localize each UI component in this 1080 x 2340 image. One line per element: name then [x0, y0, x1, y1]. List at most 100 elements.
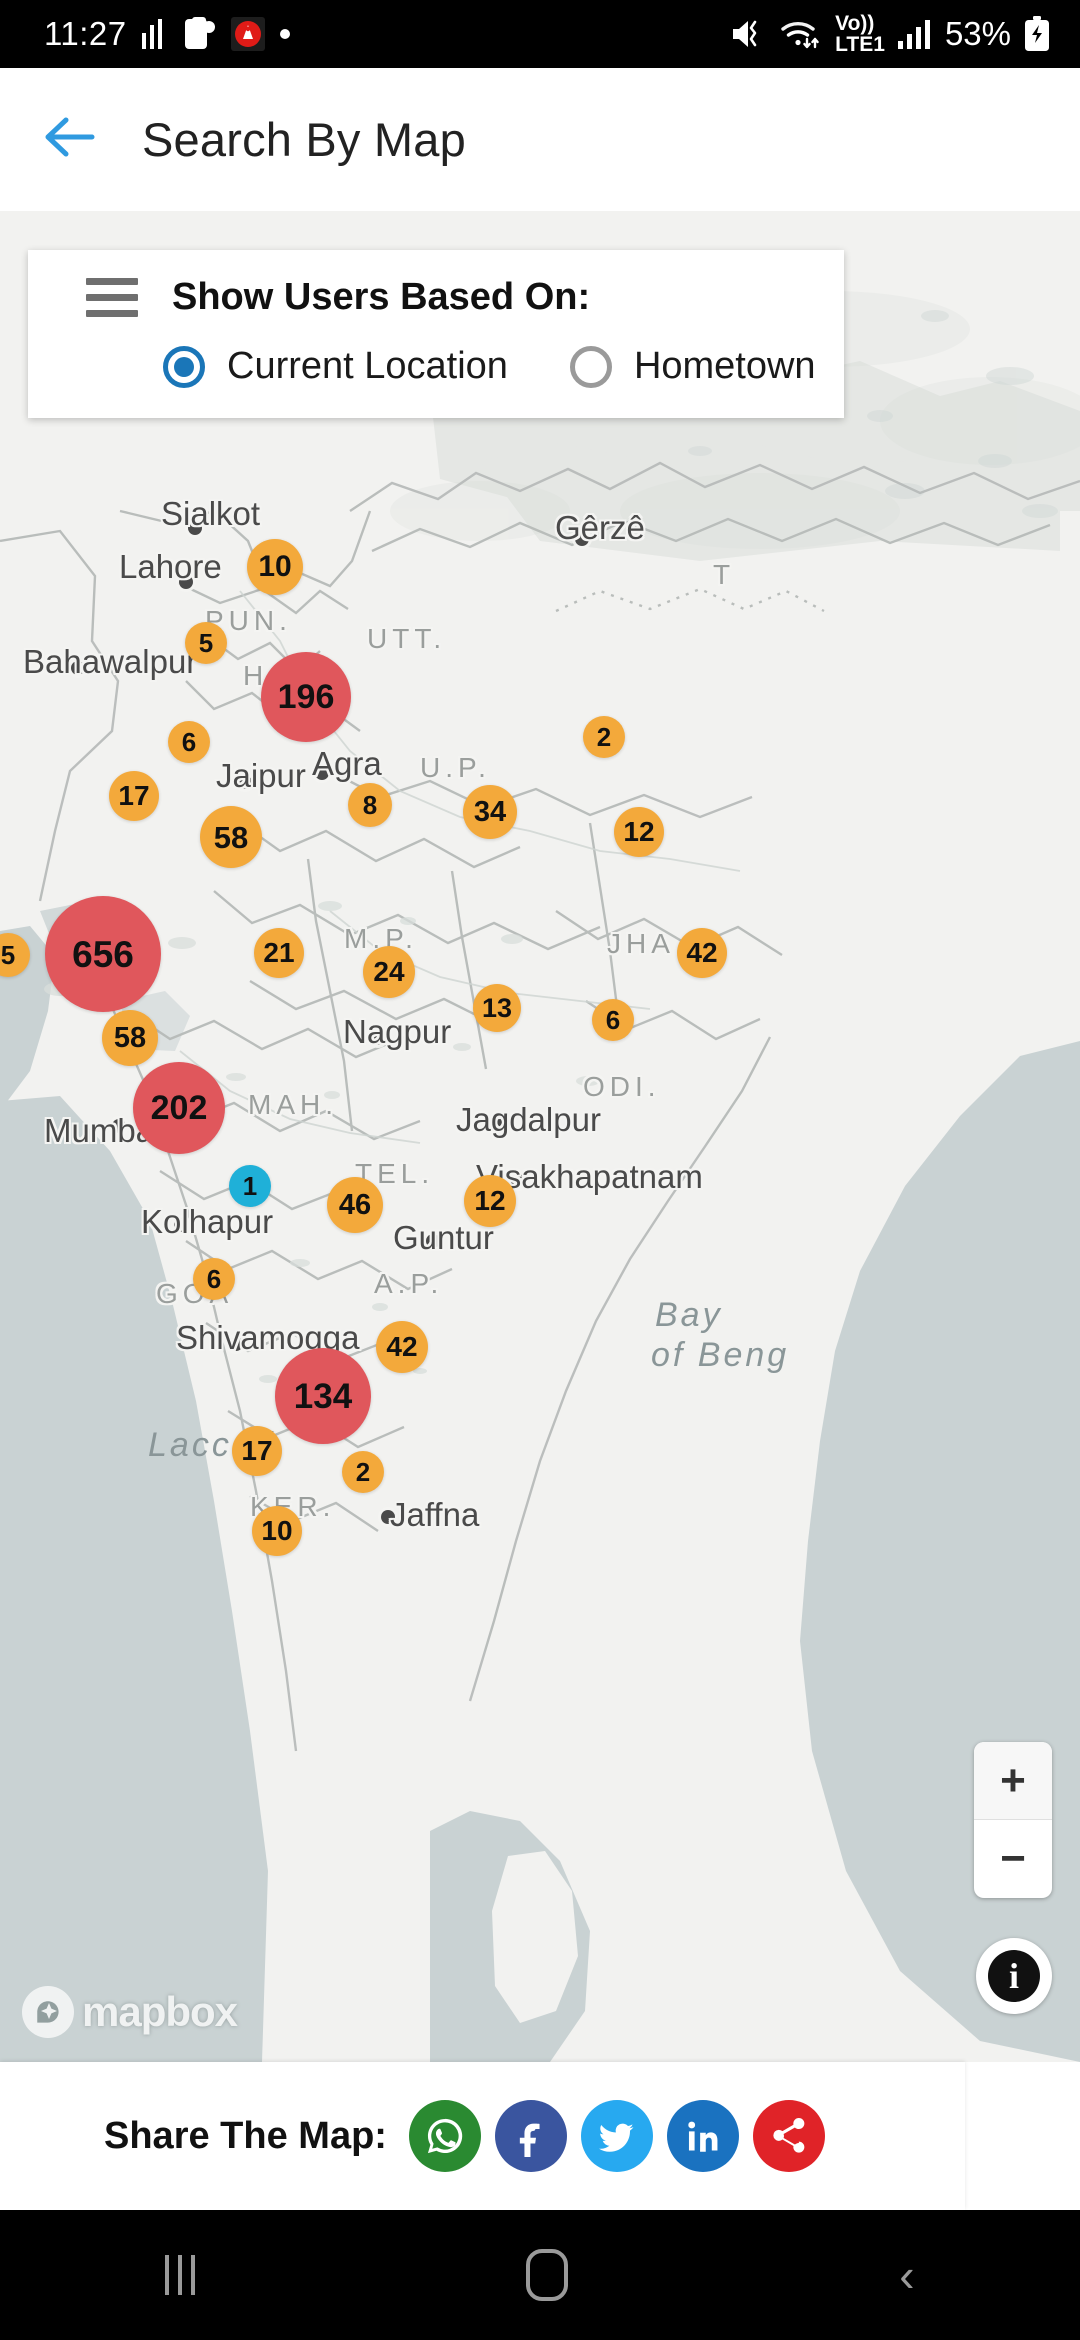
back-icon[interactable]: ‹: [899, 2252, 914, 2298]
share-button-group[interactable]: [408, 2100, 825, 2172]
map-cluster-marker[interactable]: 58: [200, 806, 262, 868]
map-cluster-marker[interactable]: 17: [109, 771, 159, 821]
map-cluster-marker[interactable]: 12: [614, 807, 664, 857]
phone-screen: 11:27 Vo)) LTE1 53% Search By Map Bay of…: [0, 0, 1080, 2340]
cluster-count: 5: [198, 628, 214, 658]
map-label: ODI.: [583, 1071, 661, 1102]
map-label: Agra: [312, 745, 382, 782]
map-label: Bay: [655, 1296, 723, 1334]
share-button-linkedin[interactable]: [666, 2100, 739, 2172]
linkedin-icon: [682, 2115, 724, 2157]
cluster-count: 6: [605, 1005, 621, 1035]
cluster-count: 12: [474, 1185, 506, 1216]
share-icon: [768, 2115, 810, 2157]
share-button-facebook[interactable]: [494, 2100, 567, 2172]
map-label: Gêrzê: [555, 509, 645, 546]
map-label: Sialkot: [161, 495, 261, 532]
map-cluster-marker[interactable]: 134: [275, 1348, 371, 1444]
puzzle-icon: [181, 15, 217, 53]
map-label: Kolhapur: [141, 1203, 274, 1240]
map-label: T: [713, 559, 736, 590]
filter-card-header: Show Users Based On:: [28, 276, 844, 319]
map-cluster-marker[interactable]: 58: [102, 1010, 158, 1066]
map-label: Nagpur: [343, 1013, 452, 1050]
cluster-count: 134: [293, 1376, 353, 1416]
map-cluster-marker[interactable]: 10: [247, 539, 303, 595]
map-cluster-marker[interactable]: 21: [254, 928, 304, 978]
cluster-count: 6: [206, 1264, 222, 1294]
map-cluster-marker[interactable]: 10: [252, 1506, 302, 1556]
share-button-twitter[interactable]: [580, 2100, 653, 2172]
share-bar: Share The Map:: [0, 2062, 965, 2210]
map-info-button[interactable]: i: [976, 1938, 1052, 2014]
radio-icon-hometown[interactable]: [569, 345, 612, 388]
home-icon[interactable]: [526, 2249, 569, 2301]
signal-bars-icon: [141, 19, 167, 49]
map-cluster-marker[interactable]: 46: [327, 1177, 383, 1233]
mapbox-attribution[interactable]: mapbox: [22, 1986, 238, 2038]
share-button-whatsapp[interactable]: [408, 2100, 481, 2172]
map-cluster-marker[interactable]: 6: [168, 721, 210, 763]
radio-option-hometown[interactable]: Hometown: [569, 345, 816, 388]
map-cluster-marker[interactable]: 2: [583, 716, 625, 758]
facebook-icon: [510, 2115, 552, 2157]
map-canvas[interactable]: Bayof BengLaccad PUN.UTT.HAR.U.P.M.P.JHA…: [0, 211, 1080, 2062]
share-button-more[interactable]: [752, 2100, 825, 2172]
map-label: MAH.: [248, 1089, 338, 1120]
android-nav-bar: ‹: [0, 2210, 1080, 2340]
map-cluster-marker[interactable]: 656: [45, 896, 161, 1012]
app-notification-icon: [230, 17, 265, 51]
status-bar-right: Vo)) LTE1 53%: [729, 13, 1080, 55]
recents-icon[interactable]: [165, 2255, 196, 2295]
cluster-count: 13: [481, 992, 513, 1023]
map-cluster-marker[interactable]: 42: [376, 1321, 428, 1373]
filter-options: Current Location Hometown: [28, 319, 844, 388]
cluster-count: 8: [362, 790, 378, 820]
map-label: U.P.: [420, 752, 491, 783]
cluster-count: 2: [596, 722, 612, 752]
map-cluster-marker[interactable]: 6: [592, 999, 634, 1041]
volte-top: Vo)): [835, 12, 875, 35]
map-cluster-marker[interactable]: 34: [463, 785, 517, 839]
map-cluster-marker[interactable]: 17: [232, 1426, 282, 1476]
cluster-count: 656: [72, 933, 134, 975]
map-label: Jaipur: [216, 757, 306, 794]
zoom-out-button[interactable]: −: [974, 1820, 1052, 1898]
map-cluster-marker[interactable]: 196: [261, 652, 351, 742]
map-cluster-marker[interactable]: 202: [133, 1062, 225, 1154]
volte-icon: Vo)) LTE1: [835, 13, 885, 55]
map-cluster-marker[interactable]: 2: [342, 1451, 384, 1493]
radio-icon-current-location[interactable]: [163, 345, 205, 388]
map-cluster-marker[interactable]: 24: [363, 946, 415, 998]
share-label: Share The Map:: [104, 2114, 387, 2157]
radio-option-current-location[interactable]: Current Location: [163, 345, 508, 388]
map-cluster-marker[interactable]: 13: [473, 984, 521, 1032]
cluster-count: 6: [181, 727, 197, 757]
filter-title: Show Users Based On:: [172, 276, 591, 318]
back-button[interactable]: [22, 114, 118, 165]
status-bar-left: 11:27: [0, 15, 291, 53]
cluster-count: 17: [241, 1435, 273, 1466]
zoom-in-button[interactable]: +: [974, 1742, 1052, 1820]
map-cluster-marker[interactable]: 5: [185, 622, 227, 664]
cluster-count: 21: [263, 937, 295, 968]
cluster-count: 10: [258, 550, 292, 583]
map-label: of Beng: [651, 1336, 790, 1374]
volte-bottom: LTE1: [835, 33, 885, 56]
radio-label-current-location: Current Location: [227, 345, 508, 387]
cluster-count: 17: [118, 780, 150, 811]
map-cluster-marker[interactable]: 1: [229, 1165, 271, 1207]
radio-label-hometown: Hometown: [633, 345, 816, 387]
map-cluster-marker[interactable]: 42: [677, 928, 727, 978]
map-cluster-marker[interactable]: 12: [464, 1175, 516, 1227]
mapbox-mark-icon: [22, 1986, 74, 2038]
map-label: UTT.: [367, 623, 447, 654]
cluster-count: 2: [355, 1457, 371, 1487]
cluster-count: 42: [386, 1331, 418, 1362]
map-cluster-marker[interactable]: 8: [348, 783, 392, 827]
hamburger-menu-icon[interactable]: [86, 278, 138, 317]
map-cluster-marker[interactable]: 6: [193, 1258, 235, 1300]
cluster-count: 1: [242, 1171, 258, 1201]
cluster-count: 58: [213, 819, 249, 855]
map-zoom-controls[interactable]: + −: [974, 1742, 1052, 1898]
